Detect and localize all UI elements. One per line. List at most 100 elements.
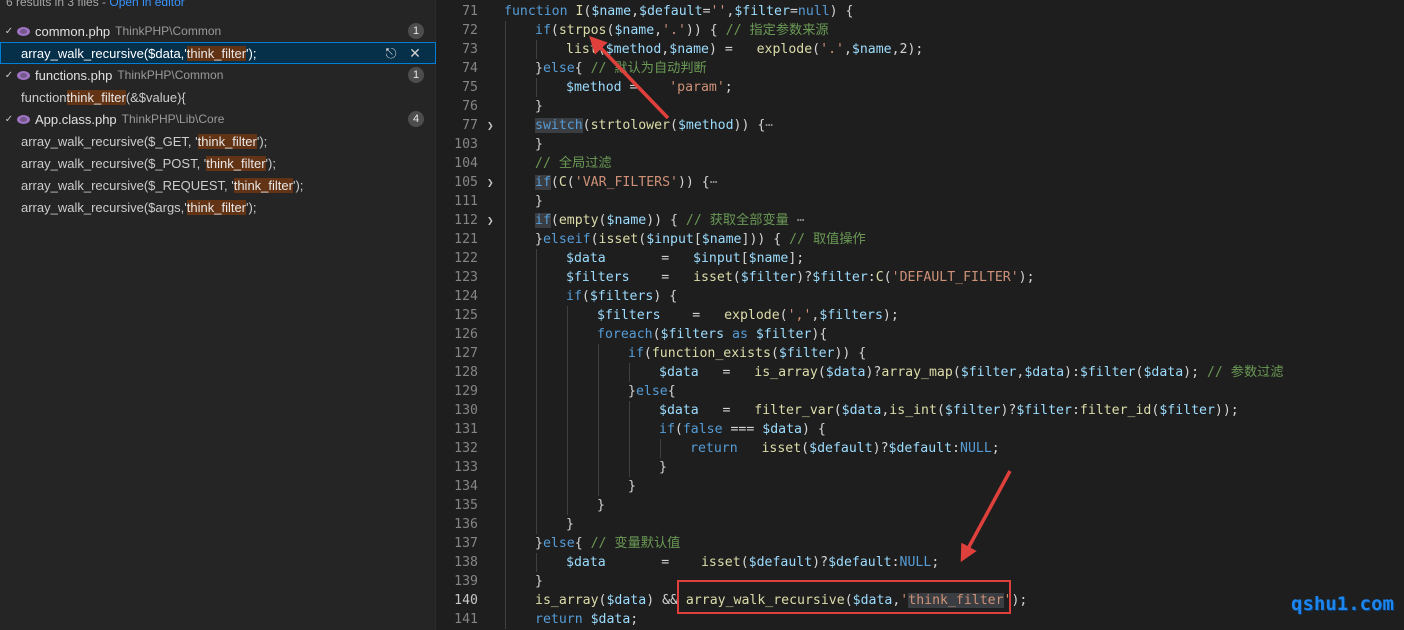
code-line[interactable]: 75 $method = 'param'; <box>437 78 1404 97</box>
code-token: [ <box>693 232 702 247</box>
code-token: '.' <box>820 42 844 57</box>
indent-guide <box>567 363 568 382</box>
code-line[interactable]: 125 $filters = explode(',',$filters); <box>437 306 1404 325</box>
code-token: ( <box>770 346 779 361</box>
match-result-row[interactable]: function think_filter (&$value){ <box>0 86 436 108</box>
indent-guide <box>567 325 568 344</box>
code-line[interactable]: 73 list($method,$name) = explode('.',$nam… <box>437 40 1404 59</box>
indent-guide <box>536 496 537 515</box>
code-editor[interactable]: 71 function I($name,$default='',$filter=n… <box>437 0 1404 630</box>
code-line[interactable]: 77 ❯ switch(strtolower($method)) {⋯ <box>437 116 1404 135</box>
file-result-row[interactable]: ✓ functions.php ThinkPHP\Common 1 <box>0 64 436 86</box>
indent-guide <box>629 439 630 458</box>
code-line[interactable]: 135} <box>437 496 1404 515</box>
code-line[interactable]: 133} <box>437 458 1404 477</box>
line-number: 121 <box>454 232 478 247</box>
code-token: )) { <box>646 213 686 228</box>
code-line[interactable]: 124 if($filters) { <box>437 287 1404 306</box>
code-token: ( <box>598 213 607 228</box>
match-result-row[interactable]: array_walk_recursive($_POST, ' think_filt… <box>0 152 436 174</box>
code-line[interactable]: 112 ❯ if(empty($name)) { // 获取全部变量 ⋯ <box>437 211 1404 230</box>
indent-guide <box>505 382 506 401</box>
indent-guide <box>598 401 599 420</box>
chevron-down-icon[interactable]: ✓ <box>2 26 16 37</box>
code-line[interactable]: 130 $data = filter_var($data,is_int($filt… <box>437 401 1404 420</box>
code-line[interactable]: 71 function I($name,$default='',$filter=n… <box>437 2 1404 21</box>
code-line[interactable]: 128 $data = is_array($data)?array_map($fi… <box>437 363 1404 382</box>
code-line[interactable]: 131 if(false === $data) { <box>437 420 1404 439</box>
code-line[interactable]: 122 $data = $input[$name]; <box>437 249 1404 268</box>
fold-chevron-icon[interactable]: ❯ <box>487 173 499 192</box>
code-line[interactable]: 74}else{ // 默认为自动判断 <box>437 59 1404 78</box>
indent-guide <box>505 306 506 325</box>
chevron-down-icon[interactable]: ✓ <box>2 70 16 81</box>
code-line[interactable]: 103} <box>437 135 1404 154</box>
code-token: = <box>605 555 701 570</box>
code-token: $data <box>1024 365 1065 380</box>
code-token: } <box>597 498 605 513</box>
match-result-row[interactable]: array_walk_recursive($data,' think_filter… <box>0 42 436 64</box>
indent-guide <box>505 591 506 610</box>
code-text: $method = 'param'; <box>566 78 733 97</box>
match-result-row[interactable]: array_walk_recursive($_GET, ' think_filte… <box>0 130 436 152</box>
code-token: ( <box>817 365 826 380</box>
code-token: = <box>621 80 670 95</box>
open-in-editor-link[interactable]: Open in editor <box>109 0 184 9</box>
code-text: }else{ <box>628 382 676 401</box>
code-line[interactable]: 123 $filters = isset($filter)?$filter:C('… <box>437 268 1404 287</box>
code-line[interactable]: 111} <box>437 192 1404 211</box>
code-token: NULL <box>960 441 992 456</box>
code-text: switch(strtolower($method)) {⋯ <box>535 116 773 135</box>
file-result-row[interactable]: ✓ App.class.php ThinkPHP\Lib\Core 4 <box>0 108 436 130</box>
code-token: return <box>690 441 738 456</box>
code-token: elseif <box>542 232 591 247</box>
code-line[interactable]: 72 if(strpos($name,'.')) { // 指定参数来源 <box>437 21 1404 40</box>
code-token: : <box>867 270 876 285</box>
replace-icon[interactable]: ⎋ <box>384 45 398 61</box>
line-number: 138 <box>454 555 478 570</box>
code-line[interactable]: 127 if(function_exists($filter)) { <box>437 344 1404 363</box>
chevron-down-icon[interactable]: ✓ <box>2 114 16 125</box>
line-number: 129 <box>454 384 478 399</box>
code-token: ( <box>550 213 559 228</box>
indent-guide <box>567 496 568 515</box>
code-line[interactable]: 138 $data = isset($default)?$default:NULL… <box>437 553 1404 572</box>
code-line[interactable]: 76} <box>437 97 1404 116</box>
file-name: App.class.php <box>35 111 117 127</box>
code-line[interactable]: 129 }else{ <box>437 382 1404 401</box>
match-result-row[interactable]: array_walk_recursive($args,' think_filter… <box>0 196 436 218</box>
code-line[interactable]: 137}else{ // 变量默认值 <box>437 534 1404 553</box>
code-token: NULL <box>899 555 932 570</box>
code-line[interactable]: 126 foreach($filters as $filter){ <box>437 325 1404 344</box>
code-line[interactable]: 121}elseif(isset($input[$name])) { // 取值… <box>437 230 1404 249</box>
php-file-icon <box>17 26 30 36</box>
code-token: C <box>558 175 567 190</box>
file-result-row[interactable]: ✓ common.php ThinkPHP\Common 1 <box>0 20 436 42</box>
line-number: 136 <box>454 517 478 532</box>
code-token: )) { <box>834 346 867 361</box>
code-token: } <box>628 479 636 494</box>
fold-chevron-icon[interactable]: ❯ <box>487 116 499 135</box>
code-token: ])) { <box>741 232 790 247</box>
code-line[interactable]: 104 // 全局过滤 <box>437 154 1404 173</box>
match-suffix: '); <box>292 177 304 193</box>
indent-guide <box>505 325 506 344</box>
code-token: )) { <box>677 175 710 190</box>
code-line[interactable]: 132 return isset($default)?$default:NULL; <box>437 439 1404 458</box>
code-line[interactable]: 136} <box>437 515 1404 534</box>
code-token: ( <box>801 441 810 456</box>
close-icon[interactable]: ✕ <box>408 45 422 61</box>
code-line[interactable]: 134} <box>437 477 1404 496</box>
line-number: 127 <box>454 346 478 361</box>
match-prefix: function <box>21 89 67 105</box>
indent-guide <box>505 116 506 135</box>
code-token: ); <box>1183 365 1207 380</box>
indent-guide <box>567 401 568 420</box>
row-actions: ⎋ ✕ <box>384 45 422 61</box>
code-token: ) { <box>653 289 678 304</box>
code-line[interactable]: 105 ❯ if(C('VAR_FILTERS')) {⋯ <box>437 173 1404 192</box>
indent-guide <box>505 268 506 287</box>
fold-chevron-icon[interactable]: ❯ <box>487 211 499 230</box>
match-result-row[interactable]: array_walk_recursive($_REQUEST, ' think_f… <box>0 174 436 196</box>
code-token: = <box>660 308 725 323</box>
